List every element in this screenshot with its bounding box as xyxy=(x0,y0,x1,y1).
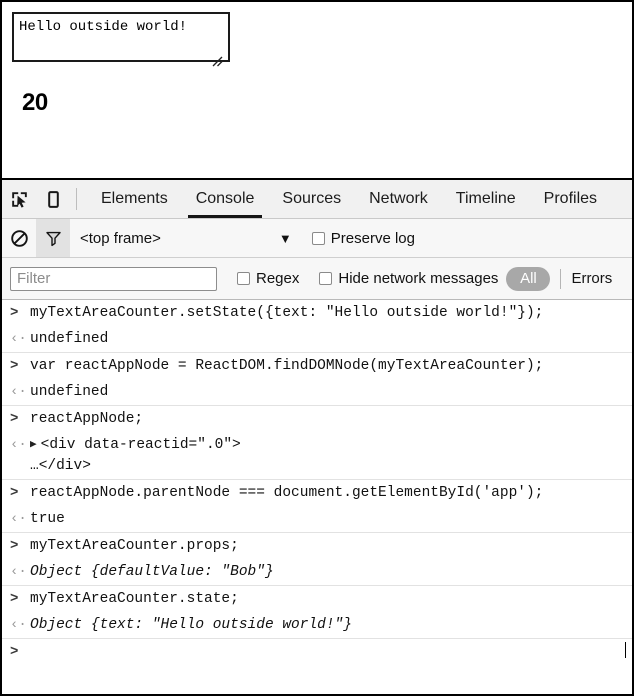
prompt-chevron-icon: > xyxy=(10,644,19,660)
console-output-text: undefined xyxy=(30,331,109,347)
output-arrow-icon: ‹· xyxy=(10,437,27,453)
console-input-text: var reactAppNode = ReactDOM.findDOMNode(… xyxy=(30,358,544,374)
input-chevron-icon: > xyxy=(10,411,19,427)
console-output-line: ‹· Object {text: "Hello outside world!"} xyxy=(2,612,632,638)
clear-console-button[interactable] xyxy=(2,219,36,257)
level-filter-divider xyxy=(560,268,562,289)
console-input-text: myTextAreaCounter.setState({text: "Hello… xyxy=(30,305,544,321)
console-input-line[interactable]: > myTextAreaCounter.setState({text: "Hel… xyxy=(2,300,632,326)
console-filter-row: Regex Hide network messages All Errors xyxy=(2,258,632,300)
frame-selector[interactable]: <top frame> ▼ xyxy=(80,230,292,247)
hide-network-messages-toggle[interactable]: Hide network messages xyxy=(319,270,498,287)
filter-input[interactable] xyxy=(10,266,217,291)
preserve-log-label: Preserve log xyxy=(330,229,415,247)
textarea-wrapper xyxy=(12,12,230,67)
console-entry: > myTextAreaCounter.props; ‹· Object {de… xyxy=(2,533,632,586)
console-entry: > myTextAreaCounter.setState({text: "Hel… xyxy=(2,300,632,353)
console-output-text: undefined xyxy=(30,384,109,400)
console-output-text: Object {defaultValue: "Bob"} xyxy=(30,564,274,580)
hide-network-messages-checkbox[interactable] xyxy=(319,272,333,285)
input-chevron-icon: > xyxy=(10,358,19,374)
level-filter-errors[interactable]: Errors xyxy=(571,270,612,287)
chevron-down-icon: ▼ xyxy=(278,230,292,246)
devtools-screenshot: 20 Elements Console So xyxy=(0,0,634,696)
console-log[interactable]: > myTextAreaCounter.setState({text: "Hel… xyxy=(2,300,632,694)
console-input-line[interactable]: > myTextAreaCounter.state; xyxy=(2,586,632,612)
console-output-object[interactable]: ▶ <div data-reactid=".0"> …</div> xyxy=(30,435,626,476)
console-input-line[interactable]: > reactAppNode; xyxy=(2,406,632,432)
app-preview-area: 20 xyxy=(2,2,632,178)
console-options-bar: <top frame> ▼ Preserve log xyxy=(2,219,632,258)
frame-selector-label: <top frame> xyxy=(80,229,161,247)
console-output-text: Object {text: "Hello outside world!"} xyxy=(30,617,352,633)
level-filter-all[interactable]: All xyxy=(506,266,551,291)
console-entry: > reactAppNode.parentNode === document.g… xyxy=(2,480,632,533)
console-input-text: reactAppNode; xyxy=(30,411,144,427)
tab-profiles[interactable]: Profiles xyxy=(530,180,611,218)
console-entry: > reactAppNode; ‹· ▶ <div data-reactid=".… xyxy=(2,406,632,480)
inspect-element-icon xyxy=(11,191,27,208)
filter-funnel-icon xyxy=(45,231,61,246)
console-input-text: reactAppNode.parentNode === document.get… xyxy=(30,485,544,501)
devtools-tabbar: Elements Console Sources Network Timelin… xyxy=(2,180,632,219)
devtools-panel: Elements Console Sources Network Timelin… xyxy=(2,178,632,694)
output-arrow-icon: ‹· xyxy=(10,617,27,633)
console-prompt-line[interactable]: > xyxy=(2,639,632,665)
preserve-log-checkbox[interactable] xyxy=(311,231,325,245)
clear-console-icon xyxy=(10,229,28,247)
input-chevron-icon: > xyxy=(10,305,19,321)
input-chevron-icon: > xyxy=(10,538,19,554)
toolbar-divider xyxy=(76,188,77,210)
output-arrow-icon: ‹· xyxy=(10,564,27,580)
hide-network-messages-label: Hide network messages xyxy=(338,270,499,287)
disclosure-triangle-icon[interactable]: ▶ xyxy=(30,435,37,455)
output-arrow-icon: ‹· xyxy=(10,511,27,527)
regex-label: Regex xyxy=(256,270,300,287)
console-output-line: ‹· Object {defaultValue: "Bob"} xyxy=(2,559,632,585)
text-caret xyxy=(625,642,626,658)
console-entry: > var reactAppNode = ReactDOM.findDOMNod… xyxy=(2,353,632,406)
preserve-log-toggle[interactable]: Preserve log xyxy=(311,229,415,247)
devtools-tab-list: Elements Console Sources Network Timelin… xyxy=(83,180,632,218)
console-output-line: ‹· true xyxy=(2,506,632,532)
console-input-line[interactable]: > var reactAppNode = ReactDOM.findDOMNod… xyxy=(2,353,632,379)
tab-network[interactable]: Network xyxy=(355,180,442,218)
console-input-line[interactable]: > reactAppNode.parentNode === document.g… xyxy=(2,480,632,506)
inspect-element-button[interactable] xyxy=(2,180,36,218)
console-output-line: ‹· undefined xyxy=(2,379,632,405)
console-prompt-row[interactable]: > xyxy=(2,639,632,665)
console-output-text: <div data-reactid=".0"> …</div> xyxy=(30,437,241,474)
character-counter: 20 xyxy=(22,89,48,116)
tab-console[interactable]: Console xyxy=(182,180,269,218)
tab-sources[interactable]: Sources xyxy=(268,180,355,218)
console-output-text: true xyxy=(30,511,65,527)
tab-timeline[interactable]: Timeline xyxy=(442,180,530,218)
device-toggle-button[interactable] xyxy=(36,180,70,218)
regex-toggle[interactable]: Regex xyxy=(237,270,299,287)
output-arrow-icon: ‹· xyxy=(10,331,27,347)
console-output-line: ‹· undefined xyxy=(2,326,632,352)
device-toggle-icon xyxy=(47,190,59,208)
input-chevron-icon: > xyxy=(10,591,19,607)
console-output-line: ‹· ▶ <div data-reactid=".0"> …</div> xyxy=(2,432,632,479)
text-area-input[interactable] xyxy=(12,12,230,62)
console-entry: > myTextAreaCounter.state; ‹· Object {te… xyxy=(2,586,632,639)
filter-toggle-button[interactable] xyxy=(36,219,70,257)
console-input-text: myTextAreaCounter.props; xyxy=(30,538,239,554)
console-input-line[interactable]: > myTextAreaCounter.props; xyxy=(2,533,632,559)
output-arrow-icon: ‹· xyxy=(10,384,27,400)
input-chevron-icon: > xyxy=(10,485,19,501)
console-input-text: myTextAreaCounter.state; xyxy=(30,591,239,607)
tab-elements[interactable]: Elements xyxy=(87,180,182,218)
regex-checkbox[interactable] xyxy=(237,272,250,285)
